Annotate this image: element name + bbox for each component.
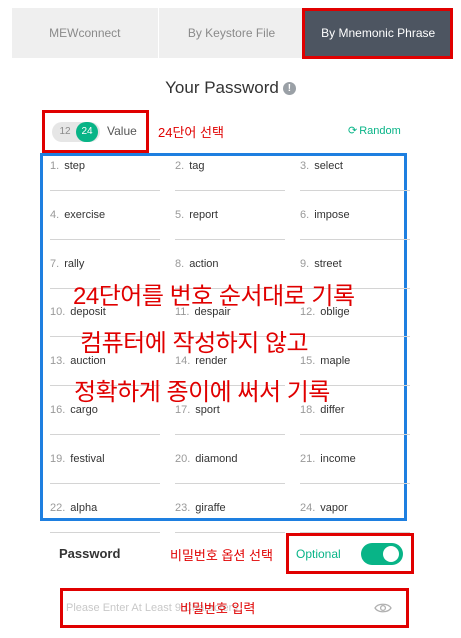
title-text: Your Password — [165, 78, 279, 97]
annotation-password-input: 비밀번호 입력 — [180, 601, 256, 616]
annotation-note-2: 컴퓨터에 작성하지 않고 — [80, 330, 309, 357]
word-number: 19. — [50, 452, 66, 465]
mnemonic-word-cell: 5. report — [175, 209, 285, 240]
word-text: exercise — [64, 208, 106, 221]
random-button[interactable]: ⟳ Random — [348, 124, 401, 137]
word-number: 9. — [300, 257, 310, 270]
word-number: 7. — [50, 257, 60, 270]
eye-icon[interactable] — [374, 602, 392, 614]
word-number: 13. — [50, 355, 66, 368]
word-text: report — [189, 208, 218, 221]
tab-mnemonic-phrase[interactable]: By Mnemonic Phrase — [305, 8, 453, 58]
mnemonic-word-cell: 22. alpha — [50, 502, 160, 533]
word-text: select — [314, 160, 343, 172]
word-text: step — [64, 160, 85, 172]
mnemonic-word-cell: 20. diamond — [175, 453, 285, 484]
annotation-password-option: 비밀번호 옵션 선택 — [170, 548, 273, 563]
word-number: 5. — [175, 208, 185, 221]
word-text: street — [314, 257, 342, 270]
annotation-length: 24단어 선택 — [158, 125, 224, 140]
word-number: 16. — [50, 404, 66, 416]
word-number: 24. — [300, 501, 316, 514]
mnemonic-word-cell: 24. vapor — [300, 502, 410, 533]
word-number: 10. — [50, 306, 66, 319]
mnemonic-word-cell: 16. cargo — [50, 404, 160, 435]
word-text: maple — [320, 355, 351, 368]
mnemonic-word-cell: 19. festival — [50, 453, 160, 484]
word-number: 8. — [175, 257, 185, 270]
length-option-24[interactable]: 24 — [76, 122, 98, 142]
optional-toggle-knob — [383, 546, 399, 562]
word-text: giraffe — [195, 501, 226, 514]
mnemonic-word-cell: 18. differ — [300, 404, 410, 435]
word-text: alpha — [70, 501, 98, 514]
word-text: tag — [189, 160, 205, 172]
word-text: impose — [314, 208, 350, 221]
annotation-note-1: 24단어를 번호 순서대로 기록 — [73, 283, 355, 310]
word-number: 1. — [50, 160, 60, 172]
mnemonic-word-cell: 3. select — [300, 160, 410, 191]
page: MEWconnect By Keystore File By Mnemonic … — [0, 0, 461, 638]
random-label: Random — [359, 125, 401, 137]
word-number: 6. — [300, 208, 310, 221]
word-text: vapor — [320, 501, 348, 514]
refresh-icon: ⟳ — [348, 125, 358, 137]
word-text: action — [189, 257, 219, 270]
mnemonic-word-cell: 21. income — [300, 453, 410, 484]
mnemonic-word-cell: 17. sport — [175, 404, 285, 435]
word-number: 21. — [300, 452, 316, 465]
mnemonic-word-cell: 1. step — [50, 160, 160, 191]
mnemonic-word-cell: 6. impose — [300, 209, 410, 240]
page-title: Your Password! — [0, 78, 461, 98]
help-icon[interactable]: ! — [282, 82, 296, 96]
mnemonic-word-cell: 23. giraffe — [175, 502, 285, 533]
word-text: diamond — [195, 452, 238, 465]
tab-keystore-file[interactable]: By Keystore File — [158, 8, 306, 58]
word-text: festival — [70, 452, 105, 465]
annotation-note-3: 정확하게 종이에 써서 기록 — [74, 379, 330, 406]
word-number: 2. — [175, 160, 185, 172]
mnemonic-word-cell: 12. oblige — [300, 306, 410, 338]
word-text: rally — [64, 257, 85, 270]
mnemonic-word-cell: 4. exercise — [50, 209, 160, 240]
tab-bar: MEWconnect By Keystore File By Mnemonic … — [12, 8, 453, 58]
password-label: Password — [59, 546, 121, 561]
length-option-12[interactable]: 12 — [56, 122, 74, 142]
length-value-label: Value — [107, 124, 137, 138]
tab-mewconnect[interactable]: MEWconnect — [12, 8, 159, 58]
optional-label: Optional — [296, 547, 341, 561]
word-number: 22. — [50, 501, 66, 514]
word-number: 20. — [175, 452, 191, 465]
mnemonic-word-cell: 2. tag — [175, 160, 285, 191]
word-text: income — [320, 452, 356, 465]
word-number: 23. — [175, 501, 191, 514]
word-number: 4. — [50, 208, 60, 221]
word-number: 3. — [300, 160, 310, 172]
